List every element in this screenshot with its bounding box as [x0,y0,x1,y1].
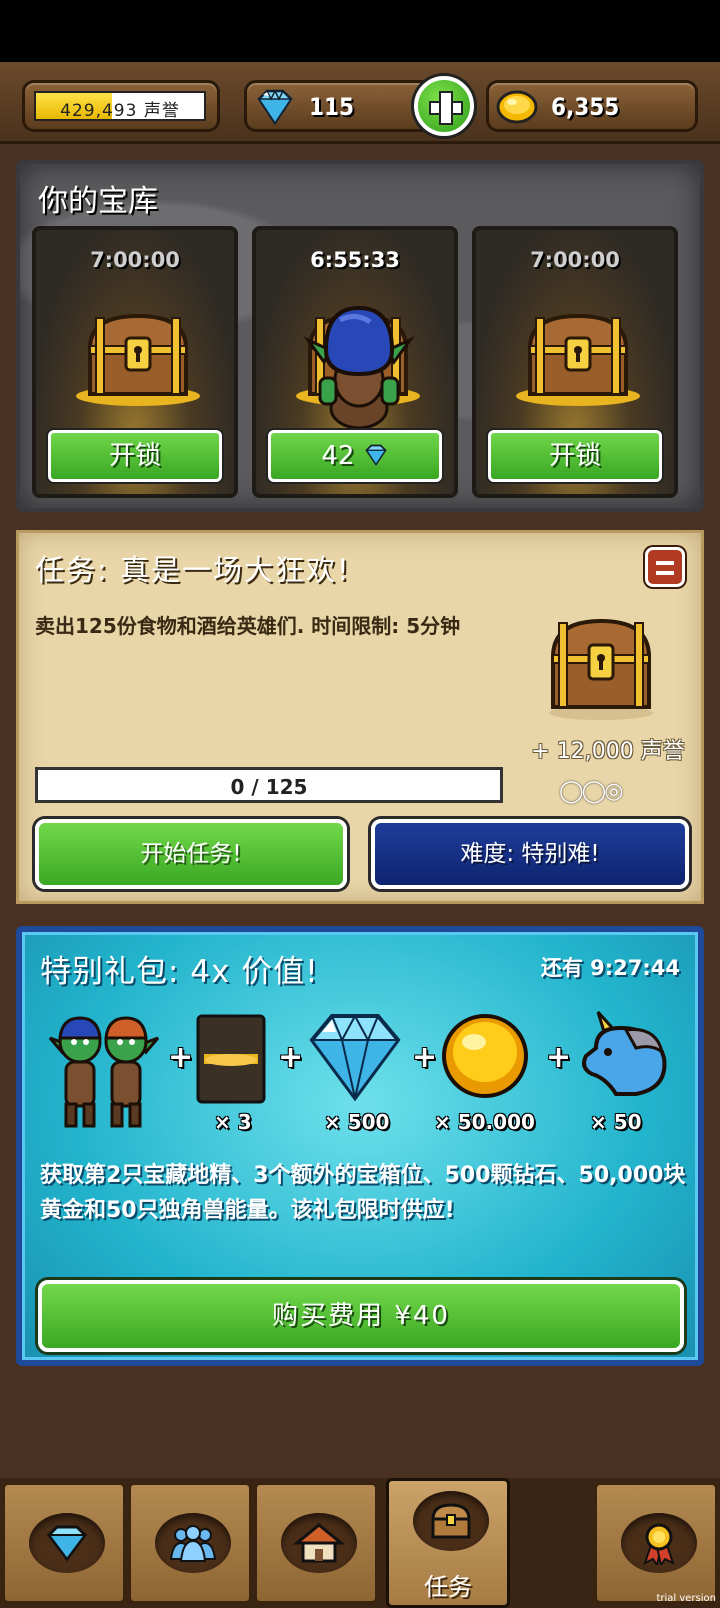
nav-tab-socket [281,1513,357,1573]
unicorn-icon [582,1010,667,1096]
swap-quest-button[interactable] [645,547,685,587]
goblin-pair-icon [48,1016,160,1128]
reputation-bar: 429,493 声誉 [34,91,206,121]
nav-tab-quests[interactable]: 任务 [386,1478,510,1608]
pack-timer: 还有 9:27:44 [540,956,680,980]
nav-tab-tavern[interactable] [254,1482,378,1604]
diamond-icon [309,1013,401,1102]
treasure-chest-icon [549,618,653,720]
quest-title: 任务: 真是一场大狂欢! [35,553,351,587]
chest-icon [431,1503,471,1539]
special-pack-panel: 特别礼包: 4x 价值! 还有 9:27:44 + × 3 + × 500 + … [16,926,704,1366]
vault-title: 你的宝库 [38,184,158,219]
gold-pill: 6,355 [486,80,698,132]
diamond-icon [47,1525,87,1562]
gem-count: 115 [309,93,355,121]
gold-coin-icon [496,90,538,124]
pack-description: 获取第2只宝藏地精、3个额外的宝箱位、500颗钻石、50,000块黄金和50只独… [40,1163,686,1223]
nav-tab-label: 任务 [424,1573,472,1601]
plus-sign: + [278,1040,304,1075]
gem-unlock-cost: 42 [321,441,355,471]
start-quest-button[interactable]: 开始任务! [35,819,347,889]
vault-panel: 你的宝库 7:00:00 开锁 6:55:33 42 7:00:00 开锁 [16,160,704,512]
difficulty-stars: ◯◯◎ [559,779,623,804]
nav-tab-socket [29,1513,105,1573]
pack-item-count: × 500 [324,1110,390,1134]
quest-progress-bar: 0 / 125 [35,767,503,803]
resource-bar: 429,493 声誉 115 6,355 [0,62,720,144]
quest-reward: + 12,000 声誉 [531,739,685,764]
buy-pack-button[interactable]: 购买费用 ¥40 [38,1280,684,1352]
diamond-icon [257,89,293,126]
plus-sign: + [546,1040,572,1075]
treasure-goblin-icon [303,305,415,430]
gem-unlock-button[interactable]: 42 [268,430,442,482]
people-icon [169,1525,217,1562]
medal-icon [643,1523,675,1565]
quest-panel: 任务: 真是一场大狂欢! 卖出125份食物和酒给英雄们. 时间限制: 5分钟 +… [16,530,704,904]
treasure-chest-icon [76,313,200,406]
slot-timer: 7:00:00 [90,248,180,272]
quest-description: 卖出125份食物和酒给英雄们. 时间限制: 5分钟 [35,614,461,638]
nav-tab-achievements[interactable] [594,1482,718,1604]
difficulty-button[interactable]: 难度: 特别难! [371,819,689,889]
trial-watermark: trial version [656,1593,716,1604]
pack-item-count: × 3 [214,1110,252,1134]
nav-tab-shop[interactable] [2,1482,126,1604]
plus-sign: + [412,1040,438,1075]
nav-tab-heroes[interactable] [128,1482,252,1604]
plus-sign: + [168,1040,194,1075]
unlock-button[interactable]: 开锁 [488,430,662,482]
nav-tab-socket [155,1513,231,1573]
house-icon [293,1523,345,1563]
gold-count: 6,355 [551,93,620,121]
diamond-icon [365,444,387,467]
vault-slot-1[interactable]: 7:00:00 开锁 [32,226,238,498]
nav-tab-socket [413,1491,489,1551]
vault-slot-card-icon [196,1014,266,1104]
status-bar-area [0,0,720,62]
nav-tab-socket [621,1513,697,1573]
pack-title: 特别礼包: 4x 价值! [40,954,319,990]
pack-item-count: × 50 [590,1110,642,1134]
gold-coin-icon [442,1014,528,1098]
quest-progress-text: 0 / 125 [230,775,308,799]
bottom-nav: 任务 trial version [0,1478,720,1608]
slot-timer: 7:00:00 [530,248,620,272]
vault-slot-3[interactable]: 7:00:00 开锁 [472,226,678,498]
treasure-chest-icon [516,313,640,406]
slot-timer: 6:55:33 [310,248,400,272]
add-gems-button[interactable] [414,76,474,136]
pack-item-count: × 50.000 [434,1110,535,1134]
vault-slot-2[interactable]: 6:55:33 42 [252,226,458,498]
reputation-value: 429,493 声誉 [60,101,180,121]
unlock-button[interactable]: 开锁 [48,430,222,482]
reputation-pill: 429,493 声誉 [22,80,220,132]
